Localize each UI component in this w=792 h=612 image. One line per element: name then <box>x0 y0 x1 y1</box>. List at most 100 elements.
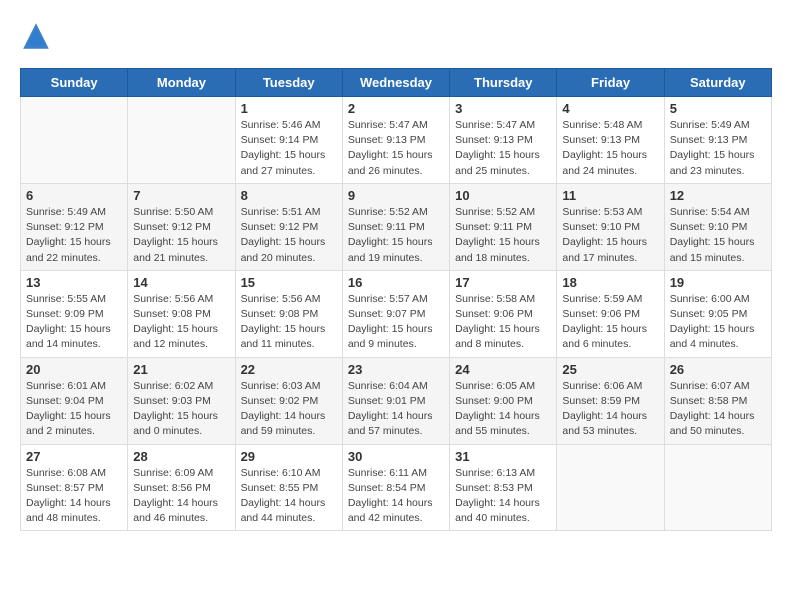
calendar-cell: 11 Sunrise: 5:53 AM Sunset: 9:10 PM Dayli… <box>557 183 664 270</box>
calendar-cell: 28 Sunrise: 6:09 AM Sunset: 8:56 PM Dayli… <box>128 444 235 531</box>
day-header-thursday: Thursday <box>450 69 557 97</box>
day-number: 12 <box>670 188 766 203</box>
day-info: Sunrise: 5:49 AM Sunset: 9:12 PM Dayligh… <box>26 205 122 266</box>
day-number: 16 <box>348 275 444 290</box>
calendar-week-row: 27 Sunrise: 6:08 AM Sunset: 8:57 PM Dayli… <box>21 444 772 531</box>
day-info: Sunrise: 6:08 AM Sunset: 8:57 PM Dayligh… <box>26 466 122 527</box>
day-number: 8 <box>241 188 337 203</box>
day-info: Sunrise: 5:59 AM Sunset: 9:06 PM Dayligh… <box>562 292 658 353</box>
day-number: 13 <box>26 275 122 290</box>
calendar-cell: 26 Sunrise: 6:07 AM Sunset: 8:58 PM Dayli… <box>664 357 771 444</box>
day-header-sunday: Sunday <box>21 69 128 97</box>
calendar-table: SundayMondayTuesdayWednesdayThursdayFrid… <box>20 68 772 531</box>
day-info: Sunrise: 6:01 AM Sunset: 9:04 PM Dayligh… <box>26 379 122 440</box>
page-header <box>20 20 772 52</box>
day-number: 1 <box>241 101 337 116</box>
day-number: 10 <box>455 188 551 203</box>
day-info: Sunrise: 5:49 AM Sunset: 9:13 PM Dayligh… <box>670 118 766 179</box>
calendar-cell: 5 Sunrise: 5:49 AM Sunset: 9:13 PM Daylig… <box>664 97 771 184</box>
calendar-cell: 15 Sunrise: 5:56 AM Sunset: 9:08 PM Dayli… <box>235 270 342 357</box>
day-number: 3 <box>455 101 551 116</box>
day-number: 15 <box>241 275 337 290</box>
day-number: 21 <box>133 362 229 377</box>
calendar-header-row: SundayMondayTuesdayWednesdayThursdayFrid… <box>21 69 772 97</box>
day-number: 28 <box>133 449 229 464</box>
calendar-cell: 21Sunrise: 6:02 AM Sunset: 9:03 PM Dayli… <box>128 357 235 444</box>
day-info: Sunrise: 5:47 AM Sunset: 9:13 PM Dayligh… <box>455 118 551 179</box>
calendar-cell: 29 Sunrise: 6:10 AM Sunset: 8:55 PM Dayli… <box>235 444 342 531</box>
calendar-cell: 30 Sunrise: 6:11 AM Sunset: 8:54 PM Dayli… <box>342 444 449 531</box>
day-header-monday: Monday <box>128 69 235 97</box>
day-info: Sunrise: 6:10 AM Sunset: 8:55 PM Dayligh… <box>241 466 337 527</box>
day-number: 25 <box>562 362 658 377</box>
day-info: Sunrise: 5:55 AM Sunset: 9:09 PM Dayligh… <box>26 292 122 353</box>
calendar-cell: 7Sunrise: 5:50 AM Sunset: 9:12 PM Daylig… <box>128 183 235 270</box>
calendar-cell: 1 Sunrise: 5:46 AM Sunset: 9:14 PM Daylig… <box>235 97 342 184</box>
calendar-cell: 12Sunrise: 5:54 AM Sunset: 9:10 PM Dayli… <box>664 183 771 270</box>
day-info: Sunrise: 5:56 AM Sunset: 9:08 PM Dayligh… <box>133 292 229 353</box>
day-info: Sunrise: 6:06 AM Sunset: 8:59 PM Dayligh… <box>562 379 658 440</box>
day-info: Sunrise: 5:46 AM Sunset: 9:14 PM Dayligh… <box>241 118 337 179</box>
day-info: Sunrise: 6:00 AM Sunset: 9:05 PM Dayligh… <box>670 292 766 353</box>
day-info: Sunrise: 5:51 AM Sunset: 9:12 PM Dayligh… <box>241 205 337 266</box>
day-number: 23 <box>348 362 444 377</box>
day-info: Sunrise: 5:53 AM Sunset: 9:10 PM Dayligh… <box>562 205 658 266</box>
calendar-cell: 14 Sunrise: 5:56 AM Sunset: 9:08 PM Dayli… <box>128 270 235 357</box>
day-info: Sunrise: 5:47 AM Sunset: 9:13 PM Dayligh… <box>348 118 444 179</box>
day-number: 26 <box>670 362 766 377</box>
calendar-cell <box>557 444 664 531</box>
day-header-saturday: Saturday <box>664 69 771 97</box>
calendar-cell: 17 Sunrise: 5:58 AM Sunset: 9:06 PM Dayli… <box>450 270 557 357</box>
day-info: Sunrise: 5:58 AM Sunset: 9:06 PM Dayligh… <box>455 292 551 353</box>
calendar-week-row: 6 Sunrise: 5:49 AM Sunset: 9:12 PM Daylig… <box>21 183 772 270</box>
day-info: Sunrise: 6:07 AM Sunset: 8:58 PM Dayligh… <box>670 379 766 440</box>
day-number: 19 <box>670 275 766 290</box>
day-info: Sunrise: 6:05 AM Sunset: 9:00 PM Dayligh… <box>455 379 551 440</box>
calendar-cell: 2 Sunrise: 5:47 AM Sunset: 9:13 PM Daylig… <box>342 97 449 184</box>
calendar-cell: 13 Sunrise: 5:55 AM Sunset: 9:09 PM Dayli… <box>21 270 128 357</box>
day-header-tuesday: Tuesday <box>235 69 342 97</box>
day-number: 4 <box>562 101 658 116</box>
day-number: 5 <box>670 101 766 116</box>
calendar-cell: 3 Sunrise: 5:47 AM Sunset: 9:13 PM Daylig… <box>450 97 557 184</box>
calendar-week-row: 13 Sunrise: 5:55 AM Sunset: 9:09 PM Dayli… <box>21 270 772 357</box>
calendar-cell: 27 Sunrise: 6:08 AM Sunset: 8:57 PM Dayli… <box>21 444 128 531</box>
calendar-cell: 19 Sunrise: 6:00 AM Sunset: 9:05 PM Dayli… <box>664 270 771 357</box>
day-info: Sunrise: 6:11 AM Sunset: 8:54 PM Dayligh… <box>348 466 444 527</box>
calendar-cell: 6 Sunrise: 5:49 AM Sunset: 9:12 PM Daylig… <box>21 183 128 270</box>
calendar-week-row: 20 Sunrise: 6:01 AM Sunset: 9:04 PM Dayli… <box>21 357 772 444</box>
day-number: 2 <box>348 101 444 116</box>
calendar-cell: 22 Sunrise: 6:03 AM Sunset: 9:02 PM Dayli… <box>235 357 342 444</box>
day-info: Sunrise: 5:56 AM Sunset: 9:08 PM Dayligh… <box>241 292 337 353</box>
day-number: 9 <box>348 188 444 203</box>
day-number: 18 <box>562 275 658 290</box>
calendar-cell: 9 Sunrise: 5:52 AM Sunset: 9:11 PM Daylig… <box>342 183 449 270</box>
calendar-cell: 10Sunrise: 5:52 AM Sunset: 9:11 PM Dayli… <box>450 183 557 270</box>
day-info: Sunrise: 5:52 AM Sunset: 9:11 PM Dayligh… <box>348 205 444 266</box>
calendar-cell <box>128 97 235 184</box>
calendar-week-row: 1 Sunrise: 5:46 AM Sunset: 9:14 PM Daylig… <box>21 97 772 184</box>
calendar-cell: 16 Sunrise: 5:57 AM Sunset: 9:07 PM Dayli… <box>342 270 449 357</box>
calendar-cell <box>21 97 128 184</box>
day-info: Sunrise: 6:03 AM Sunset: 9:02 PM Dayligh… <box>241 379 337 440</box>
day-number: 17 <box>455 275 551 290</box>
day-info: Sunrise: 6:09 AM Sunset: 8:56 PM Dayligh… <box>133 466 229 527</box>
day-number: 6 <box>26 188 122 203</box>
day-info: Sunrise: 5:57 AM Sunset: 9:07 PM Dayligh… <box>348 292 444 353</box>
day-number: 11 <box>562 188 658 203</box>
day-number: 20 <box>26 362 122 377</box>
calendar-cell: 4 Sunrise: 5:48 AM Sunset: 9:13 PM Daylig… <box>557 97 664 184</box>
day-number: 24 <box>455 362 551 377</box>
day-number: 22 <box>241 362 337 377</box>
day-info: Sunrise: 5:50 AM Sunset: 9:12 PM Dayligh… <box>133 205 229 266</box>
day-header-friday: Friday <box>557 69 664 97</box>
day-number: 29 <box>241 449 337 464</box>
calendar-cell: 24 Sunrise: 6:05 AM Sunset: 9:00 PM Dayli… <box>450 357 557 444</box>
logo-icon <box>20 20 52 52</box>
day-header-wednesday: Wednesday <box>342 69 449 97</box>
day-info: Sunrise: 5:48 AM Sunset: 9:13 PM Dayligh… <box>562 118 658 179</box>
day-number: 14 <box>133 275 229 290</box>
day-number: 30 <box>348 449 444 464</box>
calendar-cell: 20 Sunrise: 6:01 AM Sunset: 9:04 PM Dayli… <box>21 357 128 444</box>
day-number: 27 <box>26 449 122 464</box>
